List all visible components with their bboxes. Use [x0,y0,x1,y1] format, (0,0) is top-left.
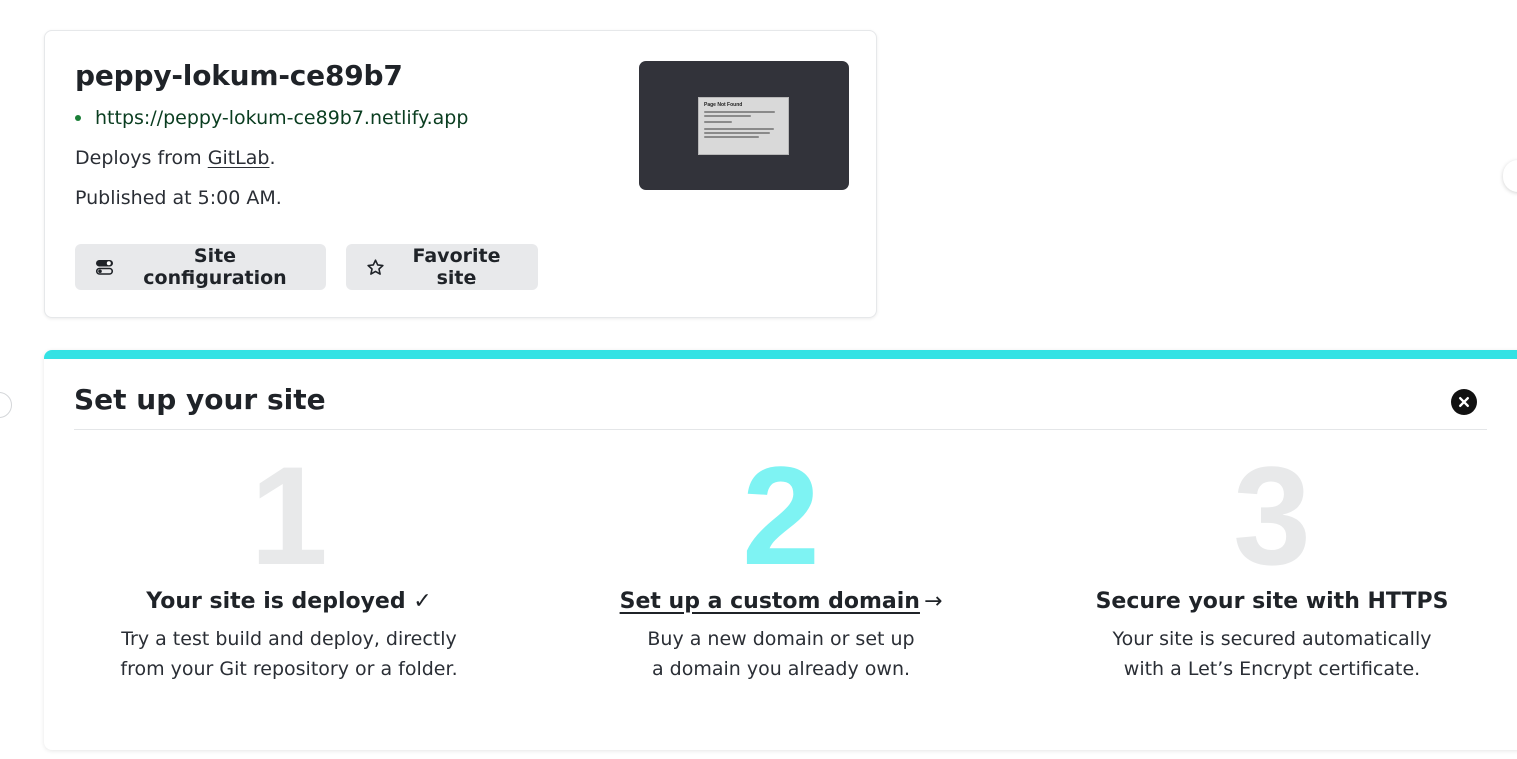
preview-line [704,128,774,130]
step-description: Buy a new domain or set up a domain you … [647,628,915,680]
site-preview-thumbnail[interactable]: Page Not Found [639,61,849,190]
deploys-info: Deploys from GitLab. [75,147,276,169]
custom-domain-link[interactable]: Set up a custom domain [620,589,920,614]
deploys-source-link[interactable]: GitLab [208,147,270,169]
site-configuration-button[interactable]: Site configuration [75,244,326,290]
setup-title: Set up your site [74,383,326,416]
arrow-right-icon: → [923,589,943,614]
divider [74,429,1487,430]
scroll-handle-left[interactable] [0,392,12,418]
preview-line [704,115,752,117]
preview-page: Page Not Found [698,97,789,155]
favorite-site-label: Favorite site [412,245,501,289]
step-heading: Your site is deployed ✓ [146,589,432,614]
scroll-handle-right[interactable] [1503,160,1517,192]
preview-line [704,136,760,138]
preview-line [704,121,732,123]
preview-line [704,132,771,134]
close-setup-button[interactable] [1451,389,1477,415]
status-dot [75,115,81,121]
step-number: 3 [1233,437,1311,594]
site-url-link[interactable]: https://peppy-lokum-ce89b7.netlify.app [95,107,468,129]
setup-panel: Set up your site 1 Your site is deployed… [44,350,1517,750]
step-3: 3 Secure your site with HTTPS Your site … [1057,437,1487,684]
site-name[interactable]: peppy-lokum-ce89b7 [75,59,403,92]
close-circle-icon [1458,396,1470,408]
site-configuration-label: Site configuration [143,245,287,289]
star-icon [366,257,385,277]
site-card: peppy-lokum-ce89b7 https://peppy-lokum-c… [44,30,877,318]
step-heading: Secure your site with HTTPS [1095,589,1449,614]
deploys-suffix: . [269,147,276,169]
step-heading: Set up a custom domain → [566,589,996,614]
step-number: 1 [250,437,328,594]
step-description: Try a test build and deploy, directly fr… [120,628,458,680]
published-info: Published at 5:00 AM. [75,187,282,209]
preview-line [704,111,776,113]
toggle-settings-icon [95,257,114,277]
site-url-row: https://peppy-lokum-ce89b7.netlify.app [75,107,468,129]
preview-title: Page Not Found [704,102,743,108]
step-number: 2 [742,437,820,594]
step-1: 1 Your site is deployed ✓ Try a test bui… [74,437,504,684]
favorite-site-button[interactable]: Favorite site [346,244,538,290]
deploys-prefix: Deploys from [75,147,208,169]
step-description: Your site is secured automatically with … [1112,628,1432,680]
step-2: 2 Set up a custom domain → Buy a new doma… [566,437,996,684]
